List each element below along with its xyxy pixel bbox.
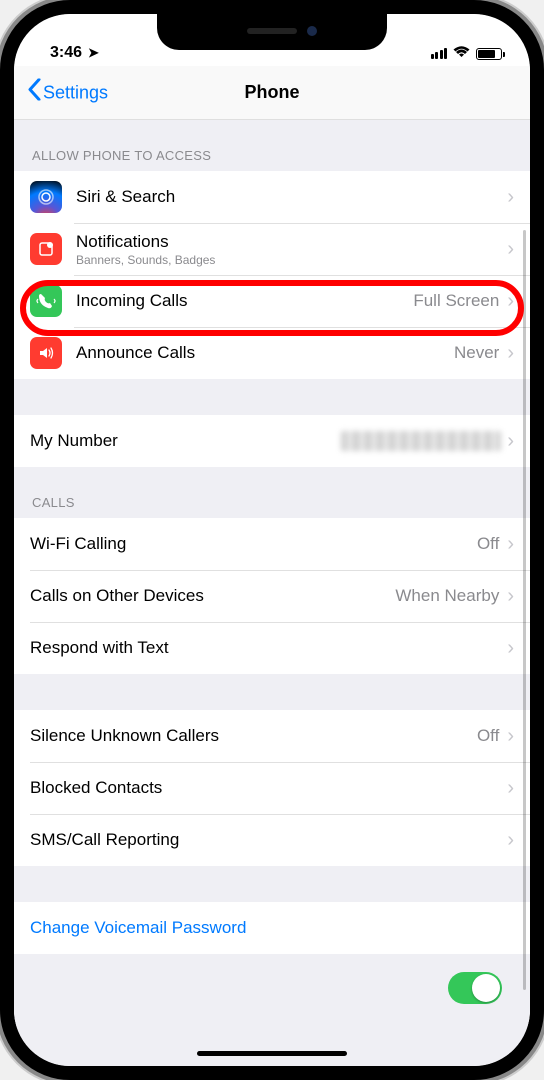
section-header-calls: CALLS [14,467,530,518]
screen: 3:46 ➤ Settings Phone [14,14,530,1066]
content-scroll[interactable]: ALLOW PHONE TO ACCESS Siri & Search › No… [14,120,530,1066]
nav-bar: Settings Phone [14,66,530,120]
page-title: Phone [244,82,299,103]
row-announce-calls[interactable]: Announce Calls Never › [14,327,530,379]
battery-icon [476,48,502,60]
chevron-right-icon: › [507,637,514,660]
row-notifications[interactable]: Notifications Banners, Sounds, Badges › [14,223,530,275]
row-silence-unknown[interactable]: Silence Unknown Callers Off › [14,710,530,762]
device-frame: 3:46 ➤ Settings Phone [0,0,544,1080]
row-label: Change Voicemail Password [30,918,514,938]
row-label: Announce Calls [76,343,454,363]
chevron-right-icon: › [507,533,514,556]
status-left: 3:46 ➤ [50,44,99,62]
group-my-number: My Number › [14,415,530,467]
speaker-icon [30,337,62,369]
group-block: Silence Unknown Callers Off › Blocked Co… [14,710,530,866]
row-respond-text[interactable]: Respond with Text › [14,622,530,674]
row-value: When Nearby [395,586,499,606]
row-blocked-contacts[interactable]: Blocked Contacts › [14,762,530,814]
chevron-right-icon: › [507,829,514,852]
row-label: Siri & Search [76,187,507,207]
status-time: 3:46 [50,44,82,62]
row-label: Blocked Contacts [30,778,507,798]
row-siri-search[interactable]: Siri & Search › [14,171,530,223]
row-label: Respond with Text [30,638,507,658]
wifi-icon [453,45,470,62]
chevron-right-icon: › [507,342,514,365]
front-camera [307,26,317,36]
row-wifi-calling[interactable]: Wi-Fi Calling Off › [14,518,530,570]
chevron-right-icon: › [507,290,514,313]
notch [157,14,387,50]
row-value: Full Screen [413,291,499,311]
phone-icon [30,285,62,317]
status-right [431,45,503,62]
group-calls: Wi-Fi Calling Off › Calls on Other Devic… [14,518,530,674]
home-indicator[interactable] [197,1051,347,1056]
row-subtitle: Banners, Sounds, Badges [76,253,507,267]
row-sms-reporting[interactable]: SMS/Call Reporting › [14,814,530,866]
back-button[interactable]: Settings [28,78,108,107]
chevron-right-icon: › [507,777,514,800]
row-label: SMS/Call Reporting [30,830,507,850]
notifications-icon [30,233,62,265]
row-label: Wi-Fi Calling [30,534,477,554]
chevron-left-icon [28,78,41,107]
row-value: Never [454,343,499,363]
speaker-slit [247,28,297,34]
row-label: Incoming Calls [76,291,413,311]
siri-icon [30,181,62,213]
group-access: Siri & Search › Notifications Banners, S… [14,171,530,379]
row-value: Off [477,726,499,746]
row-label: My Number [30,431,341,451]
cellular-signal-icon [431,48,448,59]
row-incoming-calls[interactable]: Incoming Calls Full Screen › [14,275,530,327]
chevron-right-icon: › [507,186,514,209]
row-value: Off [477,534,499,554]
row-label: Silence Unknown Callers [30,726,477,746]
phone-number-redacted [341,431,501,451]
row-label: Notifications [76,232,507,252]
scrollbar[interactable] [523,230,526,990]
group-voicemail: Change Voicemail Password [14,902,530,954]
section-header-access: ALLOW PHONE TO ACCESS [14,120,530,171]
chevron-right-icon: › [507,430,514,453]
chevron-right-icon: › [507,585,514,608]
location-icon: ➤ [88,45,99,61]
back-label: Settings [43,82,108,103]
row-label: Calls on Other Devices [30,586,395,606]
row-other-devices[interactable]: Calls on Other Devices When Nearby › [14,570,530,622]
chevron-right-icon: › [507,725,514,748]
row-change-voicemail[interactable]: Change Voicemail Password [14,902,530,954]
chevron-right-icon: › [507,238,514,261]
toggle-switch-peek[interactable] [448,972,502,1004]
row-my-number[interactable]: My Number › [14,415,530,467]
